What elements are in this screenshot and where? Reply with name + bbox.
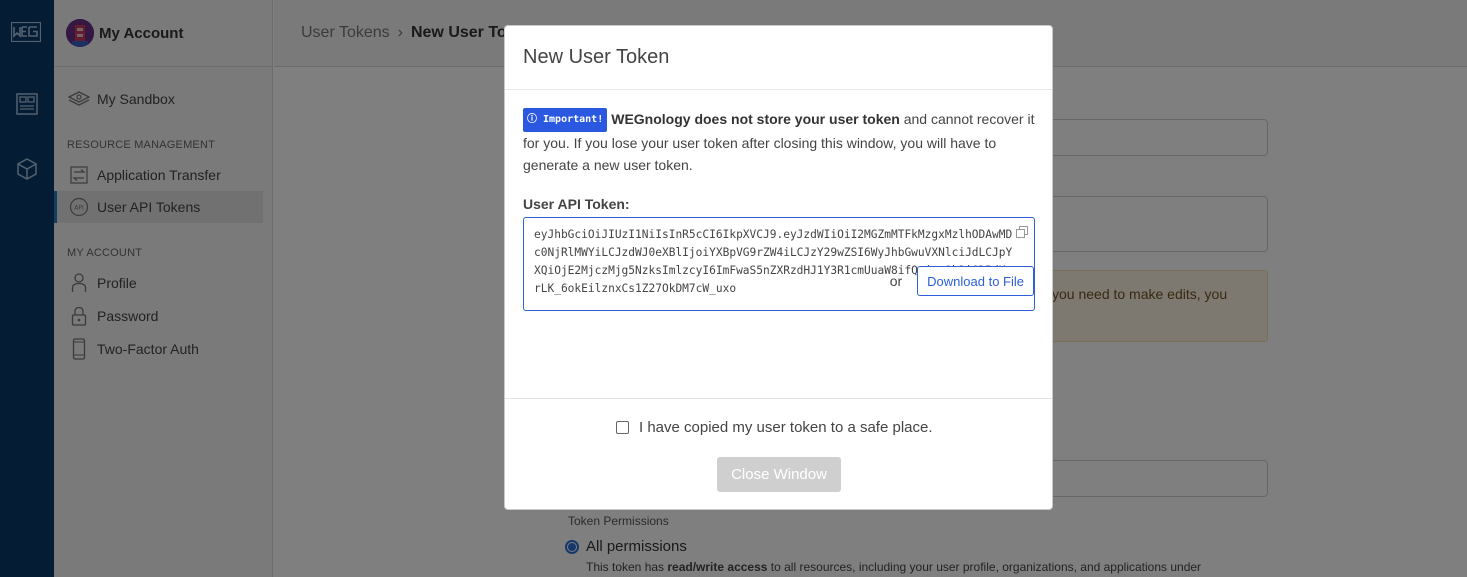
copied-checkbox-label[interactable]: I have copied my user token to a safe pl… [639,419,933,436]
token-value-field[interactable]: eyJhbGciOiJIUzI1NiIsInR5cCI6IkpXVCJ9.eyJ… [523,217,1035,311]
modal-header: New User Token [505,26,1052,90]
important-badge: ⓘ Important! [523,108,608,132]
download-row: or Download to File [890,266,1034,296]
close-window-button[interactable]: Close Window [717,457,841,492]
copy-icon[interactable] [1016,226,1028,238]
modal-divider [505,398,1052,399]
copied-confirmation-row[interactable]: I have copied my user token to a safe pl… [616,419,933,436]
or-text: or [889,273,903,289]
download-to-file-button[interactable]: Download to File [917,266,1034,296]
copied-checkbox[interactable] [616,421,629,434]
new-user-token-modal: New User Token ⓘ Important! WEGnology doe… [504,25,1053,510]
token-label: User API Token: [523,196,630,212]
important-notice: ⓘ Important! WEGnology does not store you… [523,108,1036,176]
notice-bold: WEGnology does not store your user token [611,111,900,127]
modal-title: New User Token [523,46,670,68]
